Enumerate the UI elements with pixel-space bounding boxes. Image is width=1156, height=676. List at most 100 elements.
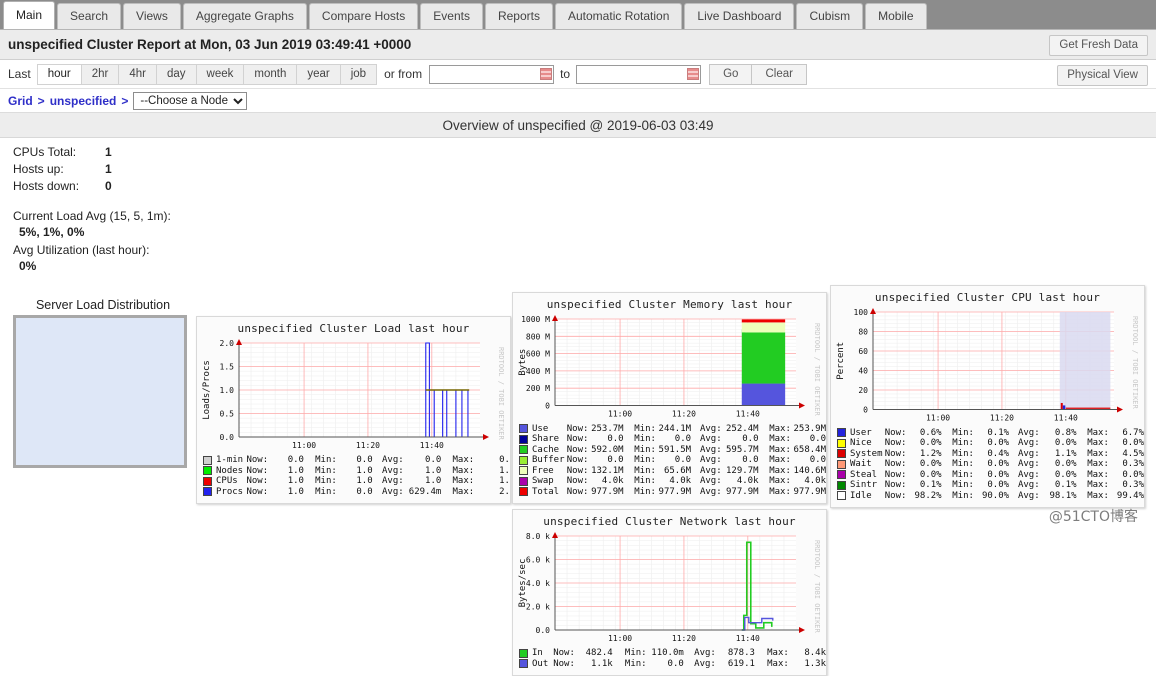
range-button-day[interactable]: day: [155, 63, 196, 85]
cluster-summary-panel: CPUs Total: 1 Hosts up: 1 Hosts down: 0 Curre…: [13, 144, 193, 468]
breadcrumb-separator-icon: >: [37, 93, 45, 108]
legend-avg-label: Avg:: [382, 486, 404, 497]
legend-row: Total Now: 977.9M Min: 977.9M Avg: 977.9M Max: 9…: [519, 487, 826, 498]
summary-key: Hosts down:: [13, 179, 80, 193]
legend-color-swatch: [519, 434, 528, 444]
svg-text:11:00: 11:00: [926, 414, 950, 423]
to-date-input[interactable]: [576, 64, 702, 84]
legend-max-value: 1.: [499, 465, 510, 476]
tab-main[interactable]: Main: [3, 1, 56, 29]
graph-plot-area: 0.0 2.0 k 4.0 k 6.0 k 8.0 k 11:00 11:20 11:40 By…: [513, 528, 826, 646]
tab-events[interactable]: Events: [420, 3, 483, 29]
range-button-week[interactable]: week: [195, 63, 244, 85]
time-range-toolbar: Last hour 2hr 4hr day week month year job or fr…: [0, 60, 1156, 89]
legend-avg-label: Avg:: [1017, 427, 1040, 438]
legend-avg-label: Avg:: [1017, 459, 1040, 469]
legend-max-label: Max:: [767, 658, 789, 669]
dashboard-content: CPUs Total: 1 Hosts up: 1 Hosts down: 0 Curre…: [0, 138, 1156, 676]
svg-text:11:20: 11:20: [672, 410, 696, 419]
legend-series-name: 1-min: [216, 455, 244, 465]
legend-avg-value: 629.4m: [408, 486, 442, 497]
legend-avg-label: Avg:: [1017, 438, 1040, 448]
clear-button[interactable]: Clear: [751, 63, 807, 85]
range-button-year[interactable]: year: [296, 63, 340, 85]
legend-avg-label: Avg:: [699, 476, 722, 486]
range-button-hour[interactable]: hour: [36, 63, 81, 85]
svg-text:1.0: 1.0: [220, 386, 235, 395]
legend-min-label: Min:: [315, 465, 337, 476]
svg-text:11:00: 11:00: [608, 634, 632, 643]
breadcrumb-grid-link[interactable]: Grid: [8, 94, 33, 108]
avg-utilization-value: 0%: [19, 259, 37, 273]
legend-avg-label: Avg:: [382, 465, 404, 476]
go-button[interactable]: Go: [709, 63, 752, 85]
tab-live-dashboard[interactable]: Live Dashboard: [684, 3, 795, 29]
range-button-4hr[interactable]: 4hr: [118, 63, 156, 85]
legend-now-value: 592.0M: [591, 444, 624, 455]
legend-row: Wait Now: 0.0% Min: 0.0% Avg: 0.0% Max: 0.3%: [837, 459, 1144, 470]
current-load-avg: Current Load Avg (15, 5, 1m): 5%, 1%, 0%: [13, 208, 193, 240]
svg-text:40: 40: [858, 367, 868, 376]
legend-min-value: 977.9M: [658, 486, 692, 497]
tab-reports[interactable]: Reports: [484, 3, 553, 29]
tab-cubism[interactable]: Cubism: [796, 3, 864, 29]
range-button-month[interactable]: month: [243, 63, 297, 85]
legend-series-name: Cache: [532, 444, 560, 455]
legend-now-label: Now:: [566, 423, 589, 434]
legend-max-value: 0.3%: [1122, 480, 1144, 490]
graph-panel-memory[interactable]: unspecified Cluster Memory last hour 0 200…: [512, 292, 827, 504]
legend-row: In Now: 482.4 Min: 110.0m Avg: 878.3 Max: 8.4k: [519, 648, 826, 659]
svg-text:RRDTOOL / TOBI OETIKER: RRDTOOL / TOBI OETIKER: [813, 540, 821, 634]
avg-utilization: Avg Utilization (last hour): 0%: [13, 242, 193, 274]
graph-title: unspecified Cluster Network last hour: [543, 515, 796, 528]
last-label: Last: [8, 67, 31, 81]
legend-min-value: 0.0%: [987, 438, 1010, 448]
legend-series-name: Use: [532, 423, 549, 434]
svg-text:Bytes/sec: Bytes/sec: [518, 559, 528, 608]
legend-color-swatch: [203, 455, 212, 465]
legend-max-label: Max:: [769, 476, 791, 486]
legend-min-value: 1.0: [356, 465, 373, 476]
graph-plot-area: 0 20 40 60 80 100 11:00 11:20 11:40 Percent RRDTOO…: [831, 304, 1144, 426]
legend-color-swatch: [519, 424, 528, 434]
calendar-icon[interactable]: [540, 67, 553, 80]
svg-text:80: 80: [858, 328, 868, 337]
graph-panel-load[interactable]: unspecified Cluster Load last hour 0.0 0.5…: [196, 316, 511, 504]
breadcrumb-separator-icon: >: [121, 93, 129, 108]
tab-search[interactable]: Search: [57, 3, 122, 29]
tab-compare-hosts[interactable]: Compare Hosts: [308, 3, 419, 29]
tab-views[interactable]: Views: [123, 3, 181, 29]
server-load-distribution-map[interactable]: [13, 315, 187, 468]
overview-heading: Overview of unspecified @ 2019-06-03 03:…: [442, 117, 714, 133]
svg-text:2.0: 2.0: [220, 339, 235, 348]
overview-heading-bar: Overview of unspecified @ 2019-06-03 03:…: [0, 113, 1156, 138]
choose-node-select[interactable]: --Choose a Node: [133, 91, 248, 110]
range-button-2hr[interactable]: 2hr: [80, 63, 119, 85]
legend-now-value: 1.1k: [591, 658, 613, 669]
legend-avg-value: 0.1%: [1054, 480, 1077, 490]
legend-color-swatch: [519, 466, 528, 476]
graph-panel-cpu[interactable]: unspecified Cluster CPU last hour 0 20 40 60…: [830, 285, 1145, 508]
site-watermark: @51CTO博客: [1048, 509, 1138, 525]
legend-min-label: Min:: [624, 648, 647, 658]
graph-title: unspecified Cluster CPU last hour: [874, 291, 1101, 304]
legend-row: User Now: 0.6% Min: 0.1% Avg: 0.8% Max: 6.7%: [837, 428, 1144, 439]
svg-text:4.0 k: 4.0 k: [526, 579, 550, 588]
legend-avg-value: 0.0: [742, 455, 759, 465]
get-fresh-data-button[interactable]: Get Fresh Data: [1049, 35, 1148, 56]
legend-max-label: Max:: [452, 465, 475, 476]
legend-now-value: 0.0: [607, 455, 624, 465]
graph-panel-network[interactable]: unspecified Cluster Network last hour 0.0…: [512, 509, 827, 676]
tab-mobile[interactable]: Mobile: [865, 3, 927, 29]
range-button-job[interactable]: job: [339, 63, 378, 85]
tab-aggregate-graphs[interactable]: Aggregate Graphs: [182, 3, 307, 29]
breadcrumb-cluster-link[interactable]: unspecified: [50, 94, 117, 108]
physical-view-button[interactable]: Physical View: [1057, 65, 1148, 86]
legend-max-label: Max:: [1087, 438, 1109, 448]
legend-color-swatch: [519, 487, 528, 497]
tab-automatic-rotation[interactable]: Automatic Rotation: [555, 3, 683, 29]
legend-row: 1-min Now: 0.0 Min: 0.0 Avg: 0.0 Max: 0.: [203, 455, 510, 466]
calendar-icon[interactable]: [687, 67, 700, 80]
from-date-input[interactable]: [429, 64, 555, 84]
svg-text:2.0 k: 2.0 k: [526, 603, 550, 612]
